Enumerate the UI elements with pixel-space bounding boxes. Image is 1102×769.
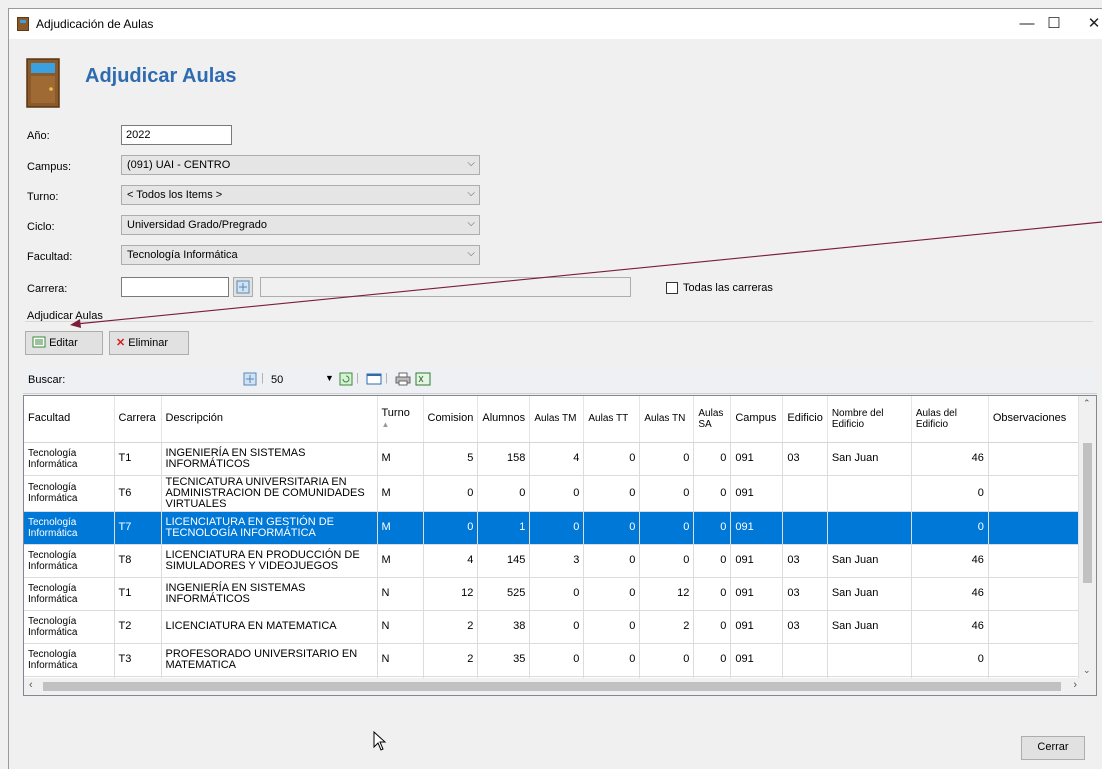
annotation-arrow-icon — [70, 221, 1102, 328]
mouse-cursor-icon — [373, 731, 387, 751]
